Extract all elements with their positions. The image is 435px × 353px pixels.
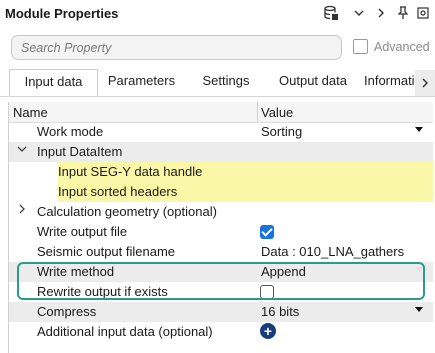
dropdown-arrow-icon[interactable] bbox=[415, 127, 423, 132]
row-seismic-filename[interactable]: Seismic output filename Data : 010_LNA_g… bbox=[9, 242, 433, 262]
tab-label: Input data bbox=[24, 74, 83, 89]
row-write-output[interactable]: Write output file bbox=[9, 222, 433, 242]
chevron-right-icon[interactable] bbox=[372, 4, 390, 22]
row-label: Work mode bbox=[37, 124, 104, 139]
row-label: Input DataItem bbox=[37, 144, 123, 159]
advanced-toggle[interactable]: Advanced bbox=[353, 39, 430, 54]
row-label: Calculation geometry (optional) bbox=[37, 204, 217, 219]
pin-icon[interactable] bbox=[394, 4, 412, 22]
advanced-checkbox[interactable] bbox=[353, 39, 368, 54]
work-mode-select[interactable]: Sorting bbox=[261, 124, 302, 139]
advanced-label: Advanced bbox=[374, 39, 430, 54]
column-header-name: Name bbox=[13, 105, 48, 120]
title-bar: Module Properties bbox=[0, 0, 435, 28]
tab-label: Settings bbox=[202, 73, 250, 88]
tab-scroll-right-icon[interactable] bbox=[415, 70, 435, 96]
row-label: Input sorted headers bbox=[58, 184, 178, 199]
database-icon[interactable] bbox=[322, 4, 340, 22]
annotation-highlight-box bbox=[17, 262, 425, 300]
collapse-arrow-icon[interactable] bbox=[17, 143, 27, 157]
expand-arrow-icon[interactable] bbox=[17, 203, 27, 217]
compress-select[interactable]: 16 bits bbox=[261, 304, 299, 319]
tab-settings[interactable]: Settings bbox=[186, 69, 266, 96]
row-label: Compress bbox=[37, 304, 97, 319]
seismic-filename-value[interactable]: Data : 010_LNA_gathers bbox=[261, 244, 404, 259]
tab-divider bbox=[0, 96, 435, 97]
row-work-mode[interactable]: Work mode Sorting bbox=[9, 122, 433, 142]
row-compress[interactable]: Compress 16 bits bbox=[9, 302, 433, 322]
tab-label: Informatio bbox=[364, 73, 422, 88]
tab-bar: Input data Parameters Settings Output da… bbox=[0, 69, 435, 97]
dropdown-arrow-icon[interactable] bbox=[415, 307, 423, 312]
row-calc-geometry[interactable]: Calculation geometry (optional) bbox=[9, 202, 433, 222]
search-box bbox=[11, 35, 342, 60]
grid-header: Name Value bbox=[9, 102, 433, 123]
chevron-down-icon[interactable] bbox=[350, 4, 368, 22]
column-header-value: Value bbox=[261, 105, 294, 120]
tab-label: Output data bbox=[279, 73, 347, 88]
search-input[interactable] bbox=[19, 36, 323, 60]
settings-icon[interactable] bbox=[414, 4, 432, 22]
row-label: Additional input data (optional) bbox=[37, 324, 213, 339]
tab-parameters[interactable]: Parameters bbox=[99, 69, 184, 96]
row-seg-y-handle[interactable]: Input SEG-Y data handle bbox=[9, 162, 433, 182]
row-additional-input[interactable]: Additional input data (optional) + bbox=[9, 322, 433, 342]
column-divider[interactable] bbox=[257, 102, 258, 122]
row-label: Input SEG-Y data handle bbox=[58, 164, 203, 179]
row-sorted-headers[interactable]: Input sorted headers bbox=[9, 182, 433, 202]
row-label: Write output file bbox=[37, 224, 128, 239]
write-output-checkbox[interactable] bbox=[260, 225, 274, 239]
row-label: Seismic output filename bbox=[37, 244, 176, 259]
tab-output-data[interactable]: Output data bbox=[270, 69, 356, 96]
tab-input-data[interactable]: Input data bbox=[9, 69, 98, 97]
add-icon[interactable]: + bbox=[260, 323, 276, 339]
property-grid: Name Value Work mode Sorting Input DataI… bbox=[8, 102, 433, 353]
row-input-dataitem[interactable]: Input DataItem bbox=[9, 142, 433, 162]
window-title: Module Properties bbox=[5, 6, 119, 21]
tab-label: Parameters bbox=[107, 73, 176, 88]
